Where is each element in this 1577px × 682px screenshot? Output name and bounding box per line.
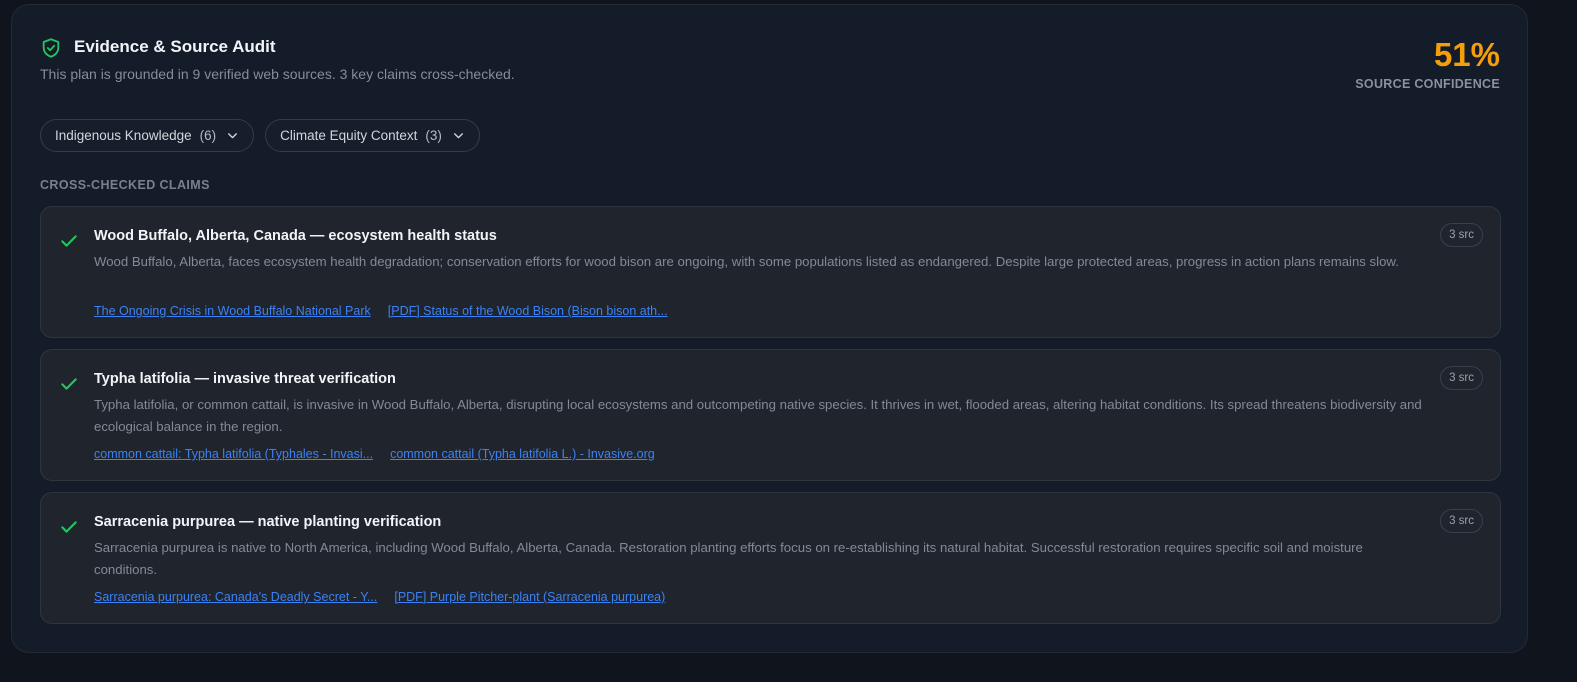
source-link[interactable]: common cattail: Typha latifolia (Typhale… [94,447,373,461]
page-subtitle: This plan is grounded in 9 verified web … [40,66,515,82]
checkmark-icon [61,521,77,533]
claims-list: Wood Buffalo, Alberta, Canada — ecosyste… [40,206,1501,635]
filter-chips: Indigenous Knowledge (6) Climate Equity … [40,119,480,152]
source-count-badge: 3 src [1440,223,1483,247]
claim-source-links: common cattail: Typha latifolia (Typhale… [94,447,655,461]
source-count-badge: 3 src [1440,366,1483,390]
page-title: Evidence & Source Audit [74,37,276,56]
claim-title: Sarracenia purpurea — native planting ve… [94,514,442,530]
chevron-down-icon [228,133,238,139]
filter-chip-count: (3) [425,128,442,143]
filter-chip-label: Indigenous Knowledge [55,128,192,143]
source-link[interactable]: [PDF] Status of the Wood Bison (Bison bi… [388,304,668,318]
filter-chip-climate-equity-context[interactable]: Climate Equity Context (3) [265,119,480,152]
claim-source-links: The Ongoing Crisis in Wood Buffalo Natio… [94,304,668,318]
claim-title: Typha latifolia — invasive threat verifi… [94,371,396,387]
section-label-cross-checked-claims: CROSS-CHECKED CLAIMS [40,178,210,192]
claim-card: Wood Buffalo, Alberta, Canada — ecosyste… [40,206,1501,338]
chevron-down-icon [453,133,463,139]
filter-chip-indigenous-knowledge[interactable]: Indigenous Knowledge (6) [40,119,255,152]
filter-chip-count: (6) [199,128,217,143]
shield-check-icon [42,38,60,58]
claim-card: Typha latifolia — invasive threat verifi… [40,349,1501,481]
source-count-badge: 3 src [1440,509,1483,533]
claim-body: Wood Buffalo, Alberta, faces ecosystem h… [94,254,1399,269]
checkmark-icon [61,235,77,247]
filter-chip-label: Climate Equity Context [280,128,418,143]
source-link[interactable]: Sarracenia purpurea: Canada's Deadly Sec… [94,590,377,604]
evidence-audit-panel: Evidence & Source Audit This plan is gro… [11,4,1528,653]
confidence-label: SOURCE CONFIDENCE [1355,77,1500,91]
confidence-value: 51% [1433,36,1500,73]
checkmark-icon [61,378,77,390]
claim-body: Sarracenia purpurea is native to North A… [94,540,1363,577]
claim-body: Typha latifolia, or common cattail, is i… [94,397,1422,434]
source-confidence: 51% SOURCE CONFIDENCE [1355,35,1500,91]
source-link[interactable]: common cattail (Typha latifolia L.) - In… [390,447,655,461]
source-link[interactable]: The Ongoing Crisis in Wood Buffalo Natio… [94,304,371,318]
claim-title: Wood Buffalo, Alberta, Canada — ecosyste… [94,228,497,244]
source-link[interactable]: [PDF] Purple Pitcher-plant (Sarracenia p… [394,590,665,604]
claim-card: Sarracenia purpurea — native planting ve… [40,492,1501,624]
claim-source-links: Sarracenia purpurea: Canada's Deadly Sec… [94,590,665,604]
